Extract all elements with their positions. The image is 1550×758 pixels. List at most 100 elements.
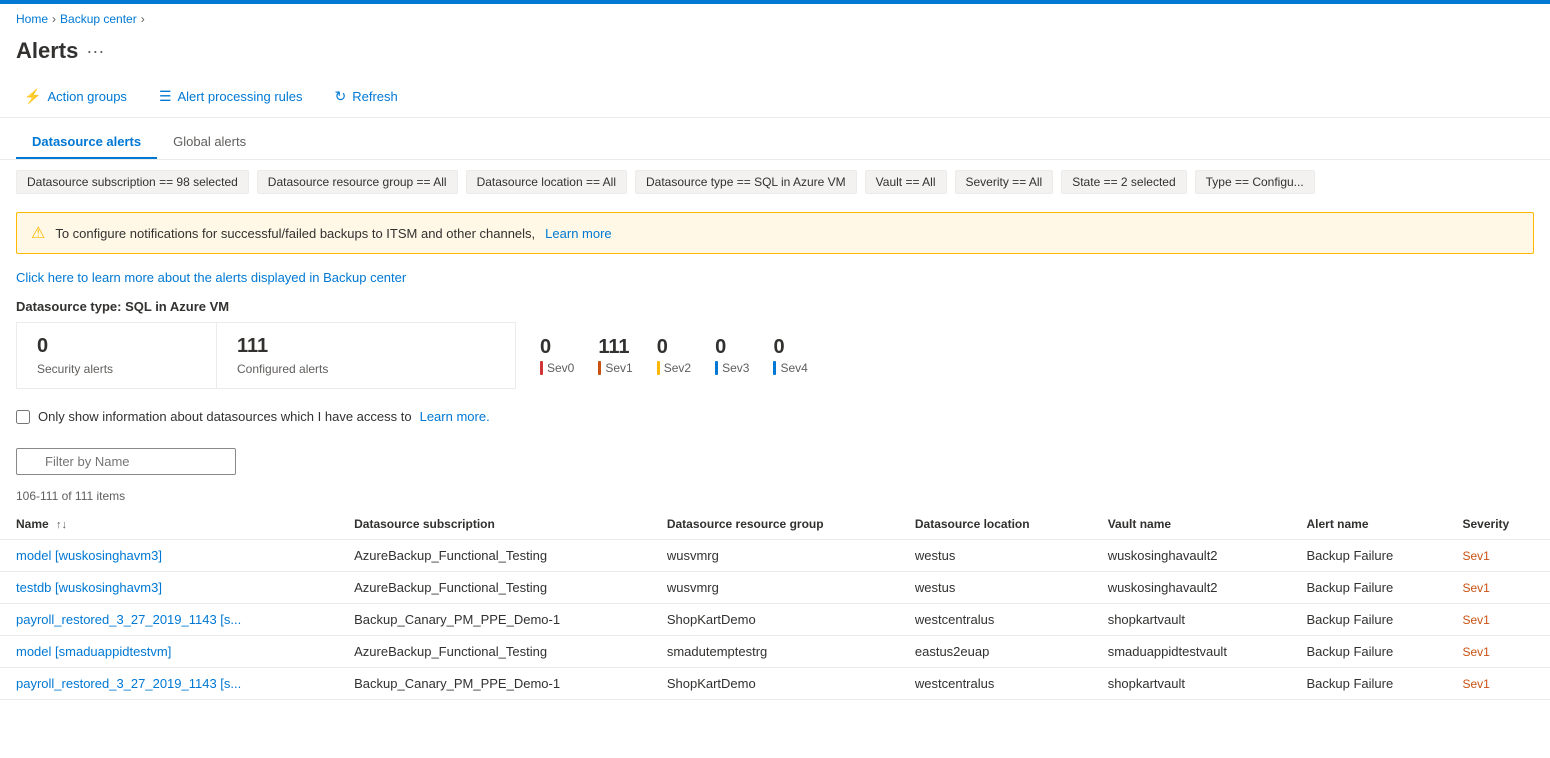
row-alert-name: Backup Failure [1290, 636, 1446, 668]
configured-number: 111 [237, 335, 495, 358]
row-alert-name: Backup Failure [1290, 572, 1446, 604]
configured-card: 111 Configured alerts [216, 322, 516, 389]
filter-state[interactable]: State == 2 selected [1061, 170, 1186, 194]
severity-badge: Sev1 [1463, 645, 1490, 659]
sev0-label: Sev0 [540, 361, 574, 375]
filter-location[interactable]: Datasource location == All [466, 170, 627, 194]
table-row: payroll_restored_3_27_2019_1143 [s... Ba… [0, 668, 1550, 700]
sev1-item: 111 Sev1 [598, 336, 632, 375]
sev3-item: 0 Sev3 [715, 336, 749, 375]
alert-name-link[interactable]: model [wuskosinghavm3] [16, 548, 162, 563]
filter-datasource-type[interactable]: Datasource type == SQL in Azure VM [635, 170, 857, 194]
alert-name-link[interactable]: payroll_restored_3_27_2019_1143 [s... [16, 676, 241, 691]
breadcrumb-sep1: › [52, 12, 56, 26]
alert-name-link[interactable]: payroll_restored_3_27_2019_1143 [s... [16, 612, 241, 627]
breadcrumb-home[interactable]: Home [16, 12, 48, 26]
checkbox-row: Only show information about datasources … [0, 401, 1550, 440]
row-vault: smaduappidtestvault [1092, 636, 1291, 668]
row-subscription: Backup_Canary_PM_PPE_Demo-1 [338, 668, 651, 700]
row-severity: Sev1 [1447, 604, 1550, 636]
row-alert-name: Backup Failure [1290, 668, 1446, 700]
severity-badge: Sev1 [1463, 613, 1490, 627]
row-location: westus [899, 540, 1092, 572]
refresh-icon: ↻ [335, 88, 347, 105]
stats-row: 0 Security alerts 111 Configured alerts … [0, 322, 1550, 401]
alerts-table: Name ↑↓ Datasource subscription Datasour… [0, 509, 1550, 700]
alert-processing-icon: ☰ [159, 88, 172, 105]
breadcrumb-backup-center[interactable]: Backup center [60, 12, 137, 26]
table-body: model [wuskosinghavm3] AzureBackup_Funct… [0, 540, 1550, 700]
row-subscription: Backup_Canary_PM_PPE_Demo-1 [338, 604, 651, 636]
configured-label: Configured alerts [237, 362, 495, 376]
checkbox-learn-more[interactable]: Learn more. [420, 409, 490, 424]
row-vault: wuskosinghavault2 [1092, 572, 1291, 604]
row-location: westcentralus [899, 668, 1092, 700]
sev1-bar [598, 361, 601, 375]
filter-by-name-input[interactable] [16, 448, 236, 475]
sev2-item: 0 Sev2 [657, 336, 691, 375]
sev3-number: 0 [715, 336, 726, 359]
alert-name-link[interactable]: testdb [wuskosinghavm3] [16, 580, 162, 595]
alert-banner-text: To configure notifications for successfu… [55, 226, 535, 241]
row-vault: wuskosinghavault2 [1092, 540, 1291, 572]
row-name: payroll_restored_3_27_2019_1143 [s... [0, 604, 338, 636]
table-header-row: Name ↑↓ Datasource subscription Datasour… [0, 509, 1550, 540]
access-checkbox[interactable] [16, 410, 30, 424]
sev4-bar [773, 361, 776, 375]
sort-icon[interactable]: ↑↓ [56, 519, 67, 531]
action-groups-button[interactable]: ⚡ Action groups [16, 84, 135, 109]
page-title: Alerts [16, 38, 78, 64]
row-resource-group: ShopKartDemo [651, 604, 899, 636]
refresh-button[interactable]: ↻ Refresh [327, 84, 406, 109]
action-groups-icon: ⚡ [24, 88, 41, 105]
filter-input-wrap: 🔍 [16, 448, 236, 475]
sev1-number: 111 [598, 336, 629, 359]
row-resource-group: smadutemptestrg [651, 636, 899, 668]
row-location: westus [899, 572, 1092, 604]
page-menu-icon[interactable]: ··· [86, 41, 104, 62]
sev0-item: 0 Sev0 [540, 336, 574, 375]
row-severity: Sev1 [1447, 636, 1550, 668]
sev1-label: Sev1 [598, 361, 632, 375]
breadcrumb: Home › Backup center › [0, 4, 1550, 34]
row-vault: shopkartvault [1092, 668, 1291, 700]
table-head: Name ↑↓ Datasource subscription Datasour… [0, 509, 1550, 540]
th-severity: Severity [1447, 509, 1550, 540]
th-alert-name: Alert name [1290, 509, 1446, 540]
table-row: model [smaduappidtestvm] AzureBackup_Fun… [0, 636, 1550, 668]
security-label: Security alerts [37, 362, 196, 376]
sev2-number: 0 [657, 336, 668, 359]
filter-row: 🔍 [0, 440, 1550, 483]
filter-severity[interactable]: Severity == All [955, 170, 1054, 194]
refresh-label: Refresh [352, 89, 398, 104]
alert-name-link[interactable]: model [smaduappidtestvm] [16, 644, 171, 659]
filter-vault[interactable]: Vault == All [865, 170, 947, 194]
security-card: 0 Security alerts [16, 322, 216, 389]
tab-global-alerts[interactable]: Global alerts [157, 126, 262, 159]
info-link[interactable]: Click here to learn more about the alert… [0, 262, 1550, 293]
row-subscription: AzureBackup_Functional_Testing [338, 540, 651, 572]
filter-type[interactable]: Type == Configu... [1195, 170, 1315, 194]
section-title: Datasource type: SQL in Azure VM [0, 293, 1550, 322]
tab-datasource-alerts[interactable]: Datasource alerts [16, 126, 157, 159]
th-resource-group: Datasource resource group [651, 509, 899, 540]
row-resource-group: wusvmrg [651, 572, 899, 604]
severity-badge: Sev1 [1463, 677, 1490, 691]
th-subscription: Datasource subscription [338, 509, 651, 540]
table-row: model [wuskosinghavm3] AzureBackup_Funct… [0, 540, 1550, 572]
row-severity: Sev1 [1447, 572, 1550, 604]
sev2-bar [657, 361, 660, 375]
filter-subscription[interactable]: Datasource subscription == 98 selected [16, 170, 249, 194]
th-vault-name: Vault name [1092, 509, 1291, 540]
table-container: Name ↑↓ Datasource subscription Datasour… [0, 509, 1550, 700]
alert-processing-rules-button[interactable]: ☰ Alert processing rules [151, 84, 311, 109]
th-location: Datasource location [899, 509, 1092, 540]
items-count: 106-111 of 111 items [0, 483, 1550, 509]
row-vault: shopkartvault [1092, 604, 1291, 636]
row-subscription: AzureBackup_Functional_Testing [338, 636, 651, 668]
sev0-bar [540, 361, 543, 375]
th-name-label: Name [16, 517, 49, 531]
filter-resource-group[interactable]: Datasource resource group == All [257, 170, 458, 194]
sev4-number: 0 [773, 336, 784, 359]
alert-learn-more-link[interactable]: Learn more [545, 226, 611, 241]
